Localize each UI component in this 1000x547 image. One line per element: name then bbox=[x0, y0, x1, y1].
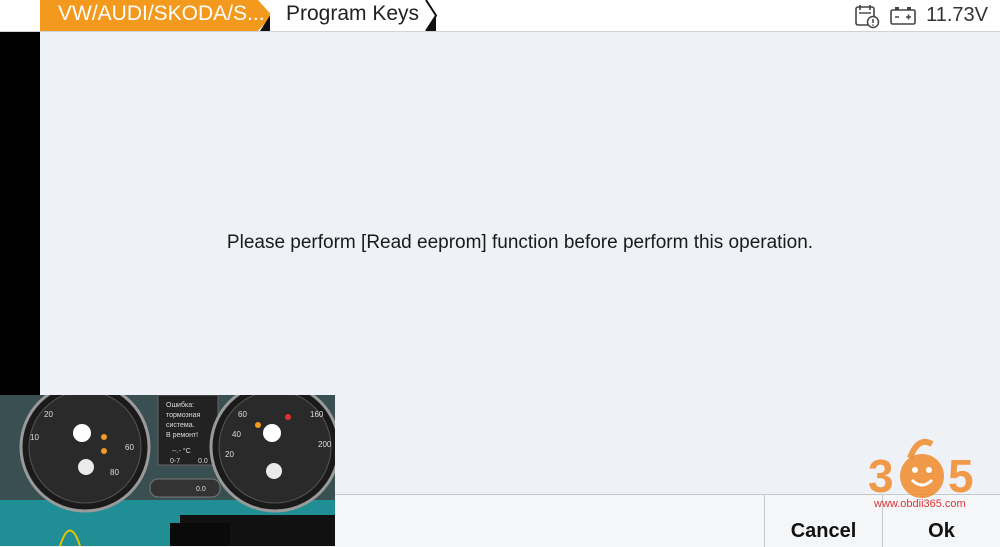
calendar-alert-icon[interactable] bbox=[854, 3, 880, 29]
breadcrumb-arrow-icon bbox=[420, 0, 440, 31]
status-area: 11.73V bbox=[854, 0, 1000, 31]
battery-icon bbox=[890, 6, 916, 25]
svg-text:200: 200 bbox=[318, 440, 332, 449]
cluster-screen-line1: Ошибка: bbox=[166, 401, 194, 409]
cluster-screen-line3: система. bbox=[166, 422, 195, 429]
svg-text:80: 80 bbox=[110, 468, 119, 477]
cluster-temp: --.- °C bbox=[172, 447, 191, 455]
watermark-url: www.obdii365.com bbox=[874, 498, 966, 510]
svg-text:10: 10 bbox=[30, 433, 39, 442]
svg-text:20: 20 bbox=[225, 450, 234, 459]
voltage-readout: 11.73V bbox=[926, 4, 988, 26]
cluster-range-left: 0-7 bbox=[170, 458, 180, 465]
svg-text:5: 5 bbox=[948, 450, 974, 502]
top-bar: VW/AUDI/SKODA/S... Program Keys 11.73V bbox=[0, 0, 1000, 32]
svg-text:60: 60 bbox=[125, 443, 134, 452]
breadcrumb-current-label: Program Keys bbox=[286, 2, 420, 25]
svg-text:160: 160 bbox=[310, 410, 324, 419]
cluster-screen-line2: тормозная bbox=[166, 412, 201, 419]
svg-text:60: 60 bbox=[238, 410, 247, 419]
cancel-button-label: Cancel bbox=[790, 519, 857, 542]
svg-text:3: 3 bbox=[868, 450, 894, 502]
svg-text:40: 40 bbox=[232, 430, 241, 439]
instrument-cluster-image: 10 20 80 60 Ошибка: тормозная система. В… bbox=[0, 395, 335, 546]
message-text: Please perform [Read eeprom] function be… bbox=[226, 232, 814, 253]
video-overlay: 10 20 80 60 Ошибка: тормозная система. В… bbox=[0, 395, 335, 546]
breadcrumb-root[interactable]: VW/AUDI/SKODA/S... bbox=[40, 0, 270, 31]
cluster-range-right: 0.0 bbox=[198, 458, 208, 465]
breadcrumb-root-arrow-icon bbox=[260, 15, 270, 31]
breadcrumb-current: Program Keys bbox=[272, 0, 438, 31]
cluster-button-label: 0.0 bbox=[196, 486, 206, 493]
breadcrumb-root-label: VW/AUDI/SKODA/S... bbox=[58, 2, 265, 25]
ok-button-label: Ok bbox=[928, 519, 955, 542]
cluster-screen-line4: В ремонт! bbox=[166, 432, 198, 439]
svg-text:20: 20 bbox=[44, 410, 53, 419]
